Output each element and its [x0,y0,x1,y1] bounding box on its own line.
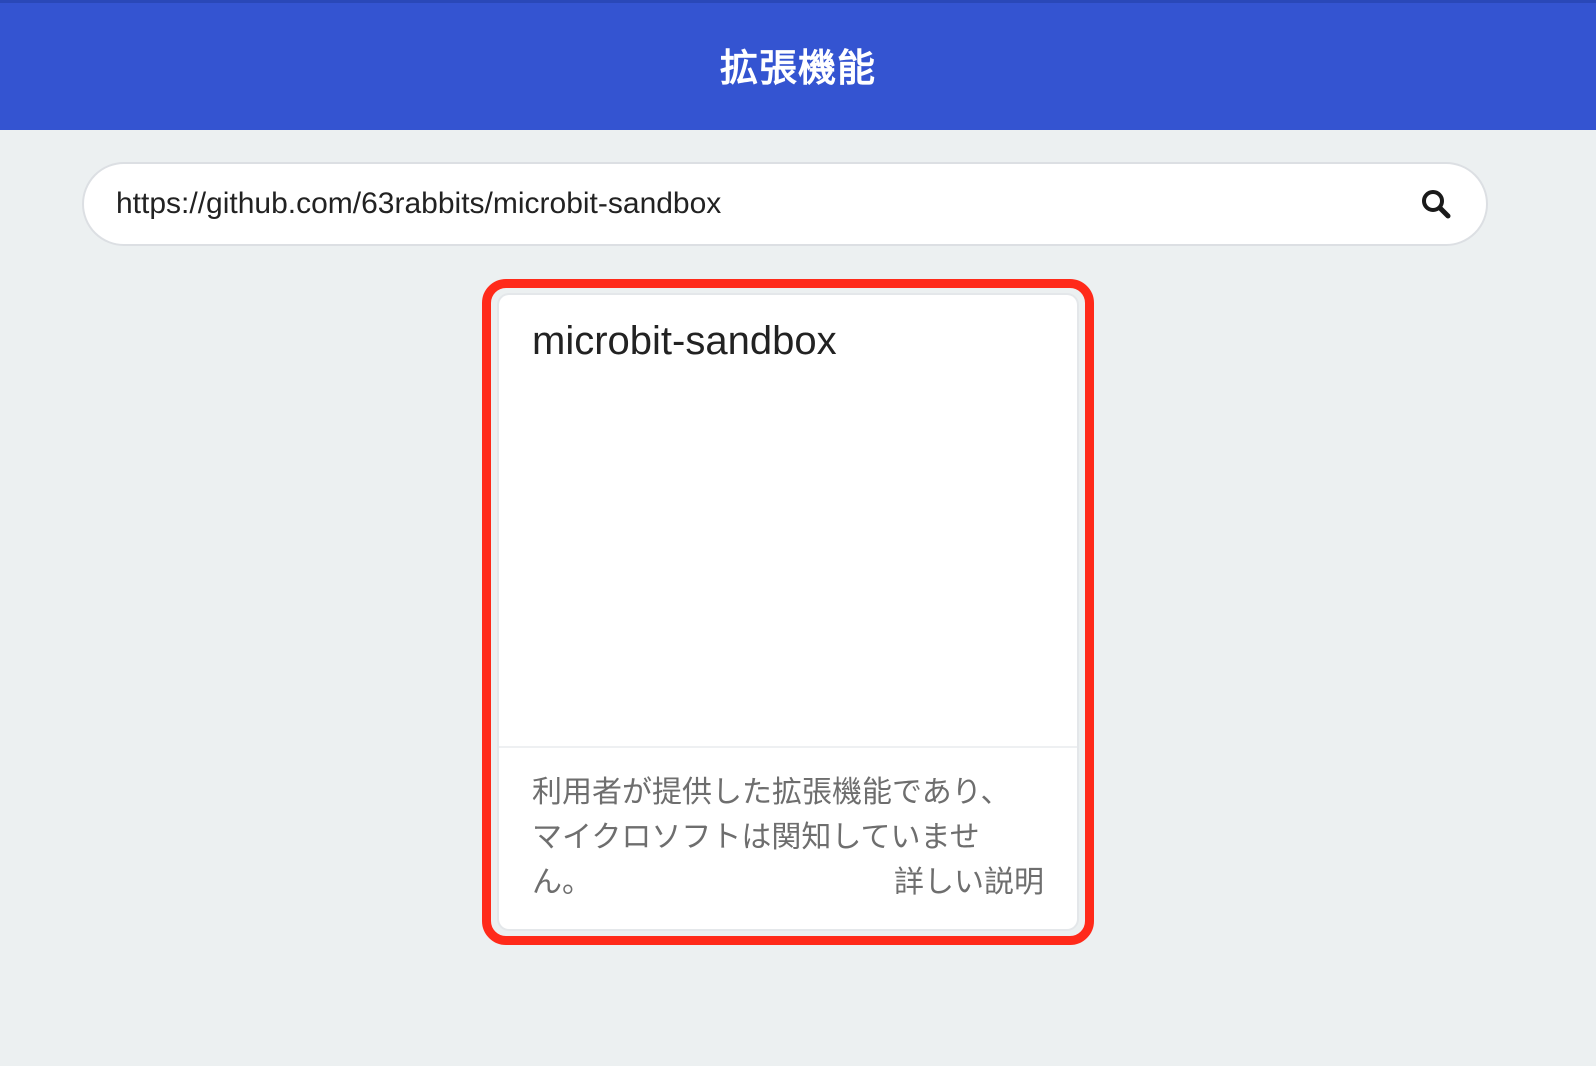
learn-more-link[interactable]: 詳しい説明 [884,860,1044,905]
search-button[interactable] [1396,164,1476,244]
page-title: 拡張機能 [719,48,876,90]
extension-card[interactable]: microbit-sandbox 利用者が提供した拡張機能であり、マイクロソフト… [499,295,1077,929]
header-bar: 拡張機能 [0,0,1596,130]
extension-card-footer: 利用者が提供した拡張機能であり、マイクロソフトは関知していません。 詳しい説明 [499,746,1077,929]
search-icon [1422,190,1451,219]
search-input[interactable] [84,174,1396,234]
search-bar [82,162,1488,246]
extension-card-title: microbit-sandbox [532,319,837,363]
